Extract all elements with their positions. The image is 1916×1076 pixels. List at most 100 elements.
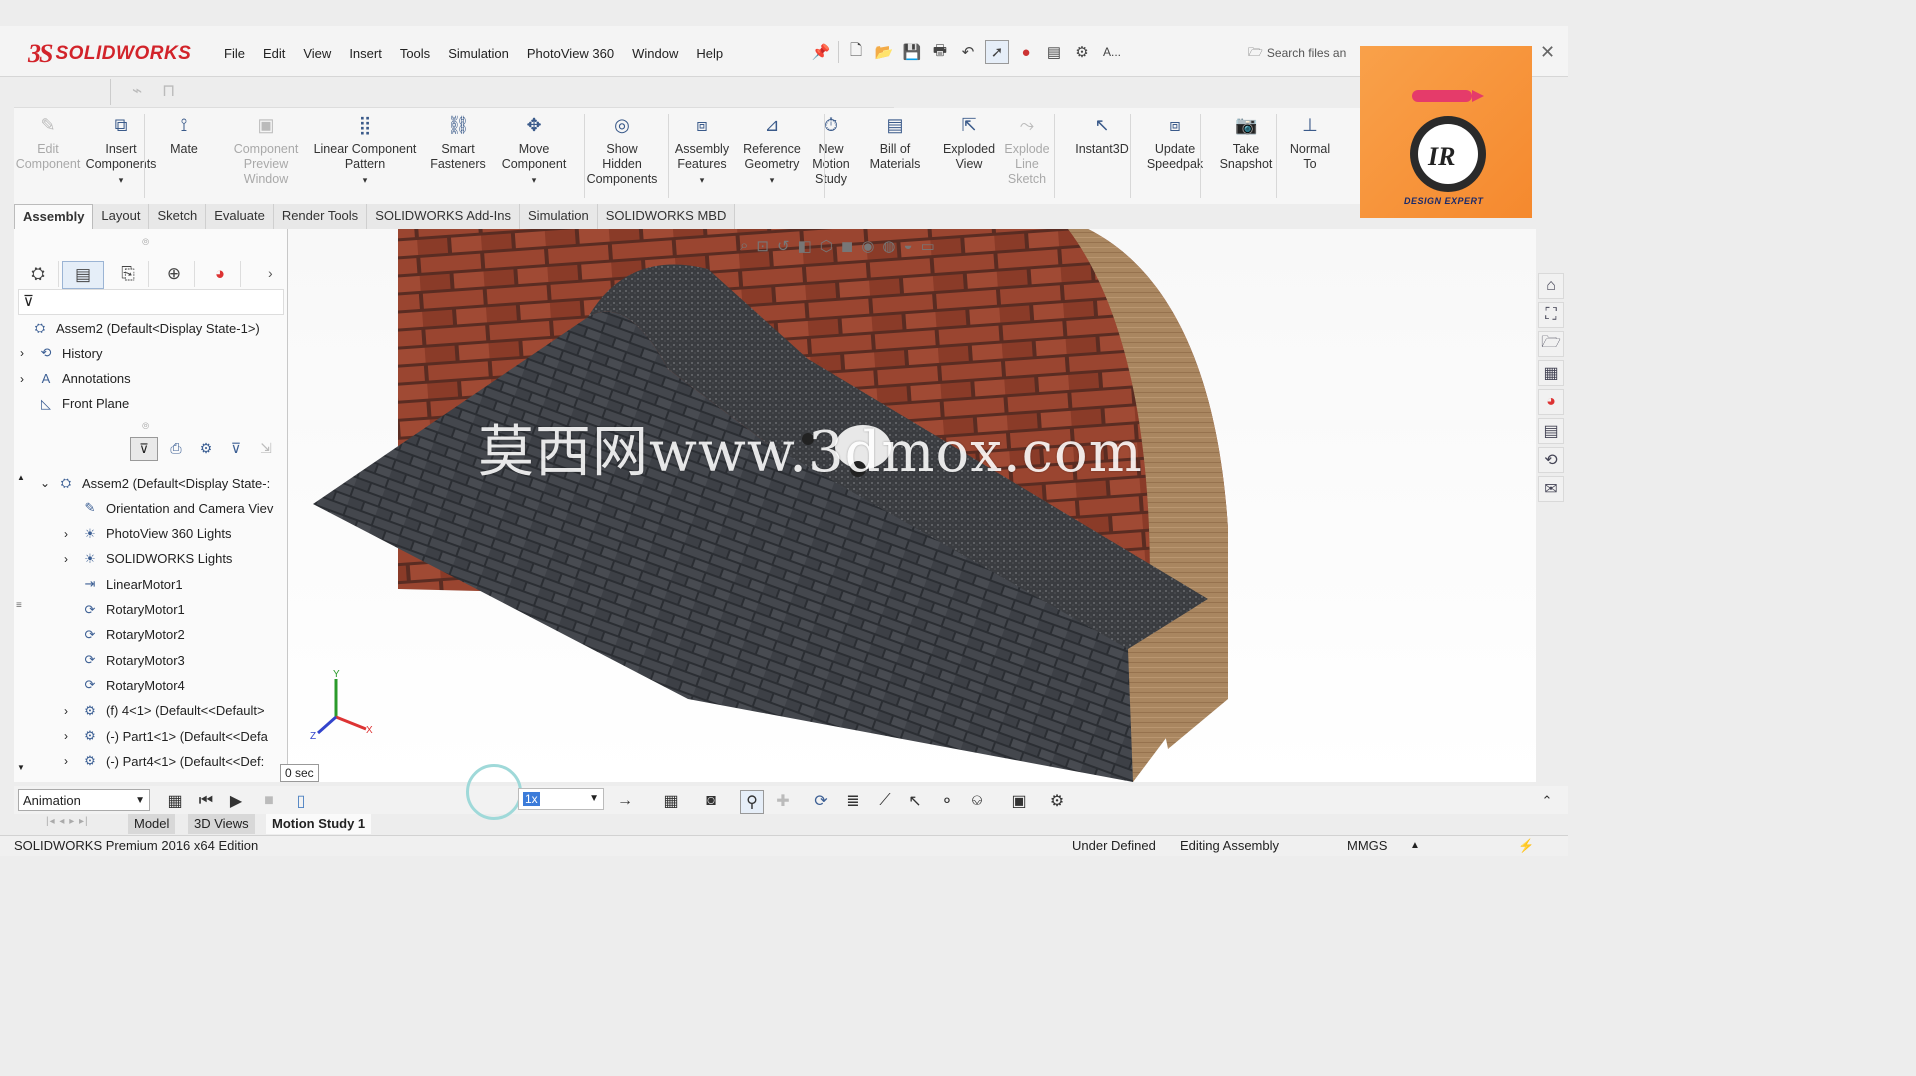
sort-icon[interactable]: ⇲	[254, 437, 278, 459]
custom-properties-icon[interactable]: ▤	[1538, 418, 1564, 444]
display-style-icon[interactable]: ◼	[841, 237, 853, 255]
menu-edit[interactable]: Edit	[254, 44, 294, 64]
doc-tab-motion-study-1[interactable]: Motion Study 1	[266, 814, 372, 834]
tree-item[interactable]: › ⚙ (-) Part4<1> (Default<<Def:	[64, 750, 264, 772]
traffic-light-icon[interactable]: ●	[1015, 41, 1037, 63]
play-from-start-icon[interactable]: ⏮	[195, 790, 217, 812]
sketch-icon[interactable]: ⌁	[132, 81, 142, 101]
filter-driving-icon[interactable]: ⎙	[164, 437, 188, 459]
tree-item[interactable]: ◺ Front Plane	[20, 393, 129, 415]
tree-item[interactable]: ⟳ RotaryMotor1	[64, 599, 185, 621]
command-insert-components[interactable]: ⧉ Insert Components ▾	[84, 108, 158, 188]
menu-photoview-360[interactable]: PhotoView 360	[518, 44, 623, 64]
view-settings-icon[interactable]: ▭	[921, 237, 935, 255]
chevron-right-icon[interactable]: ›	[268, 265, 273, 281]
command-component-preview-window[interactable]: ▣ Component Preview Window	[220, 108, 312, 187]
command-assembly-features[interactable]: ⧈ Assembly Features ▾	[670, 108, 734, 188]
command-reference-geometry[interactable]: ⊿ Reference Geometry ▾	[736, 108, 808, 188]
search-box[interactable]: 🗁 Search files an	[1248, 43, 1378, 63]
save-icon[interactable]: 💾	[901, 41, 923, 63]
contact-icon[interactable]: ⚬	[936, 790, 958, 812]
command-exploded-view[interactable]: ⇱ Exploded View	[934, 108, 1004, 172]
results-plots-icon[interactable]: ▣	[1008, 790, 1030, 812]
dropdown-arrow-icon[interactable]: ▾	[363, 175, 368, 185]
dropdown-arrow-icon[interactable]: ▾	[532, 175, 537, 185]
splitter-handle[interactable]: ⦾	[142, 237, 149, 248]
calculate-icon[interactable]: ▦	[164, 790, 186, 812]
stop-icon[interactable]: ■	[258, 790, 280, 812]
tree-item[interactable]: › ⚙ (-) Part1<1> (Default<<Defa	[64, 725, 268, 747]
expand-toggle-icon[interactable]: ›	[64, 527, 74, 541]
smart-dimension-icon[interactable]: ⊓	[162, 81, 175, 101]
damper-icon[interactable]: ⟋	[874, 790, 896, 812]
command-show-hidden-components[interactable]: ◎ Show Hidden Components	[574, 108, 670, 187]
tree-item[interactable]: ✎ Orientation and Camera Viev	[64, 497, 274, 519]
home-icon[interactable]: ⌂	[1538, 273, 1564, 299]
view-palette-icon[interactable]: ▦	[1538, 360, 1564, 386]
command-mate[interactable]: ⟟ Mate	[162, 108, 206, 157]
zoom-area-icon[interactable]: ⊡	[756, 237, 769, 255]
animation-wizard-icon[interactable]: ◙	[700, 790, 722, 812]
motor-icon[interactable]: ⟳	[810, 790, 832, 812]
apply-scene-icon[interactable]: ◒	[904, 237, 913, 255]
rebuild-icon[interactable]: ⚡	[1518, 836, 1534, 856]
command-take-snapshot[interactable]: 📷 Take Snapshot	[1210, 108, 1282, 172]
motion-study-properties-icon[interactable]: ⚙	[1046, 790, 1068, 812]
expand-toggle-icon[interactable]: ›	[64, 704, 74, 718]
close-icon[interactable]: ✕	[1540, 42, 1555, 63]
menu-tools[interactable]: Tools	[391, 44, 439, 64]
tree-item[interactable]: › ☀ SOLIDWORKS Lights	[64, 548, 232, 570]
command-normal-to[interactable]: ⊥ Normal To	[1284, 108, 1336, 172]
extra-label[interactable]: A...	[1099, 41, 1125, 63]
menu-insert[interactable]: Insert	[340, 44, 391, 64]
tab-render-tools[interactable]: Render Tools	[274, 204, 368, 229]
zoom-to-fit-icon[interactable]: ⌕	[740, 237, 748, 255]
property-manager-tab-icon[interactable]: ▤	[62, 261, 104, 289]
section-view-icon[interactable]: ◧	[798, 237, 812, 255]
tree-item[interactable]: ⛭ Assem2 (Default<Display State-1>)	[14, 317, 260, 339]
command-new-motion-study[interactable]: ⏱ New Motion Study	[804, 108, 858, 187]
undo-icon[interactable]: ↶	[957, 41, 979, 63]
expand-toggle-icon[interactable]: ›	[20, 372, 30, 386]
study-type-select[interactable]: Animation ▼	[18, 789, 150, 811]
dropdown-arrow-icon[interactable]: ▾	[770, 175, 775, 185]
tab-assembly[interactable]: Assembly	[14, 204, 94, 229]
tab-scroll-arrows[interactable]: |◂ ◂ ▸ ▸|	[46, 816, 89, 827]
tree-item[interactable]: ⇥ LinearMotor1	[64, 573, 183, 595]
command-linear-component-pattern[interactable]: ⣿ Linear Component Pattern ▾	[306, 108, 424, 188]
command-move-component[interactable]: ✥ Move Component ▾	[492, 108, 576, 188]
tab-solidworks-mbd[interactable]: SOLIDWORKS MBD	[598, 204, 736, 229]
expand-toggle-icon[interactable]: ›	[64, 552, 74, 566]
playback-speed-select[interactable]: 1x ▼	[518, 788, 604, 810]
tab-solidworks-add-ins[interactable]: SOLIDWORKS Add-Ins	[367, 204, 521, 229]
status-units[interactable]: MMGS	[1347, 836, 1387, 856]
command-instant3d[interactable]: ↖ Instant3D	[1066, 108, 1138, 157]
menu-file[interactable]: File	[215, 44, 254, 64]
expand-toggle-icon[interactable]: ›	[64, 729, 74, 743]
expand-toggle-icon[interactable]: ⌄	[40, 476, 50, 490]
previous-view-icon[interactable]: ↺	[777, 237, 790, 255]
chevron-up-icon[interactable]: ▲	[1410, 836, 1420, 856]
scroll-up-icon[interactable]: ▲	[17, 473, 25, 482]
menu-window[interactable]: Window	[623, 44, 687, 64]
splitter-handle[interactable]: ⦾	[142, 421, 149, 432]
view-orientation-icon[interactable]: ⬡	[820, 237, 833, 255]
menu-simulation[interactable]: Simulation	[439, 44, 518, 64]
file-explorer-icon[interactable]: 🗁	[1538, 331, 1564, 357]
command-bill-of-materials[interactable]: ▤ Bill of Materials	[860, 108, 930, 172]
panel-collapse-handle[interactable]: ≡	[16, 600, 22, 611]
force-icon[interactable]: ↖	[904, 790, 926, 812]
doc-tab-3d-views[interactable]: 3D Views	[188, 814, 255, 834]
gravity-icon[interactable]: ⎉	[966, 790, 988, 812]
recovery-icon[interactable]: ⟲	[1538, 447, 1564, 473]
hide-show-icon[interactable]: ◉	[861, 237, 874, 255]
new-document-icon[interactable]: 🗋	[845, 41, 867, 63]
tree-item[interactable]: › ⟲ History	[20, 342, 102, 364]
dropdown-arrow-icon[interactable]: ▾	[119, 175, 124, 185]
doc-tab-model[interactable]: Model	[128, 814, 176, 834]
print-icon[interactable]: 🖶	[929, 41, 951, 63]
open-folder-icon[interactable]: 📂	[873, 41, 895, 63]
expand-toggle-icon[interactable]: ›	[20, 346, 30, 360]
tab-evaluate[interactable]: Evaluate	[206, 204, 274, 229]
configuration-manager-tab-icon[interactable]: ⎘	[108, 261, 149, 287]
